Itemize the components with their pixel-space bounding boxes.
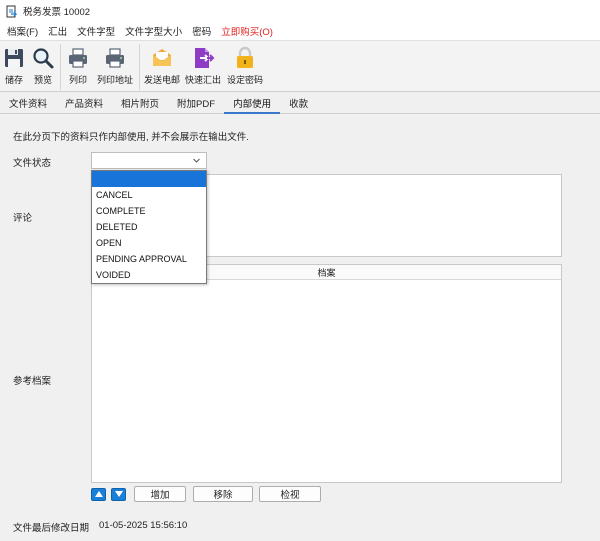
tab-payment[interactable]: 收款	[280, 92, 317, 113]
tab-photo-attachment[interactable]: 相片附页	[112, 92, 168, 113]
last-modified-label: 文件最后修改日期	[13, 523, 90, 534]
title-bar: 税务发票 10002	[0, 0, 600, 22]
remove-file-button[interactable]: 移除	[193, 486, 253, 502]
arrow-down-icon	[114, 491, 123, 497]
floppy-disk-icon	[5, 49, 23, 67]
status-option-complete[interactable]: COMPLETE	[92, 203, 206, 219]
chevron-down-icon	[193, 158, 200, 163]
printer-icon	[106, 48, 124, 68]
padlock-icon	[237, 46, 253, 68]
reference-files-list[interactable]: 档案	[91, 264, 562, 483]
add-file-button[interactable]: 增加	[134, 486, 186, 502]
tab-internal-use[interactable]: 内部使用	[224, 92, 281, 114]
set-password-button[interactable]: 设定密码	[224, 41, 266, 91]
comment-label: 评论	[13, 213, 33, 224]
last-modified-row: 文件最后修改日期 01-05-2025 15:56:10	[13, 520, 187, 534]
view-file-button[interactable]: 检视	[259, 486, 321, 502]
toolbar: 储存 预览 列印 列印地址 发送电邮 快速汇出 设定密码	[0, 40, 600, 92]
print-address-button[interactable]: 列印地址	[93, 41, 137, 91]
magnifier-icon	[33, 48, 54, 69]
toolbar-separator	[139, 44, 140, 90]
document-status-dropdown: CANCEL COMPLETE DELETED OPEN PENDING APP…	[91, 170, 207, 284]
internal-use-note: 在此分页下的资料只作内部使用, 并不会展示在输出文件.	[13, 132, 249, 143]
status-option-pending-approval[interactable]: PENDING APPROVAL	[92, 251, 206, 267]
toolbar-separator	[60, 44, 61, 90]
export-file-icon	[195, 48, 215, 68]
menu-export[interactable]: 汇出	[45, 24, 74, 38]
quick-export-button[interactable]: 快速汇出	[182, 41, 224, 91]
envelope-icon	[153, 49, 171, 66]
save-button[interactable]: 储存	[0, 41, 28, 91]
set-password-label: 设定密码	[226, 75, 263, 85]
send-email-button[interactable]: 发送电邮	[142, 41, 182, 91]
last-modified-value: 01-05-2025 15:56:10	[99, 520, 188, 531]
print-address-label: 列印地址	[96, 75, 133, 85]
status-option-cancel[interactable]: CANCEL	[92, 187, 206, 203]
document-status-label: 文件状态	[13, 158, 52, 169]
document-status-select[interactable]	[91, 152, 207, 169]
app-document-icon	[6, 5, 18, 17]
menu-file[interactable]: 档案(F)	[4, 24, 45, 38]
status-option-deleted[interactable]: DELETED	[92, 219, 206, 235]
print-label: 列印	[68, 75, 87, 85]
status-option-open[interactable]: OPEN	[92, 235, 206, 251]
printer-icon	[69, 48, 87, 68]
send-email-label: 发送电邮	[143, 75, 180, 85]
preview-button[interactable]: 预览	[28, 41, 58, 91]
menu-buy-now[interactable]: 立即购买(O)	[218, 24, 280, 38]
reference-file-actions: 增加 移除 检视	[91, 486, 321, 502]
internal-use-panel: 在此分页下的资料只作内部使用, 并不会展示在输出文件. 文件状态 评论 参考档案…	[0, 115, 600, 541]
window-title: 税务发票 10002	[23, 7, 91, 18]
menu-password[interactable]: 密码	[189, 24, 218, 38]
preview-label: 预览	[33, 75, 52, 85]
tab-document-info[interactable]: 文件资料	[0, 92, 56, 113]
menu-font-size[interactable]: 文件字型大小	[122, 24, 189, 38]
tab-bar: 文件资料 产品资料 相片附页 附加PDF 内部使用 收款	[0, 92, 600, 114]
quick-export-label: 快速汇出	[184, 75, 221, 85]
tab-product-info[interactable]: 产品资料	[56, 92, 112, 113]
move-up-button[interactable]	[91, 487, 106, 501]
menu-font[interactable]: 文件字型	[74, 24, 122, 38]
status-option-blank[interactable]	[92, 171, 206, 187]
print-button[interactable]: 列印	[63, 41, 93, 91]
move-down-button[interactable]	[111, 487, 126, 501]
save-label: 储存	[4, 75, 23, 85]
menu-bar: 档案(F) 汇出 文件字型 文件字型大小 密码 立即购买(O)	[0, 22, 600, 40]
arrow-up-icon	[94, 491, 103, 497]
reference-files-label: 参考档案	[13, 376, 52, 387]
tab-attach-pdf[interactable]: 附加PDF	[168, 92, 224, 113]
status-option-voided[interactable]: VOIDED	[92, 267, 206, 283]
